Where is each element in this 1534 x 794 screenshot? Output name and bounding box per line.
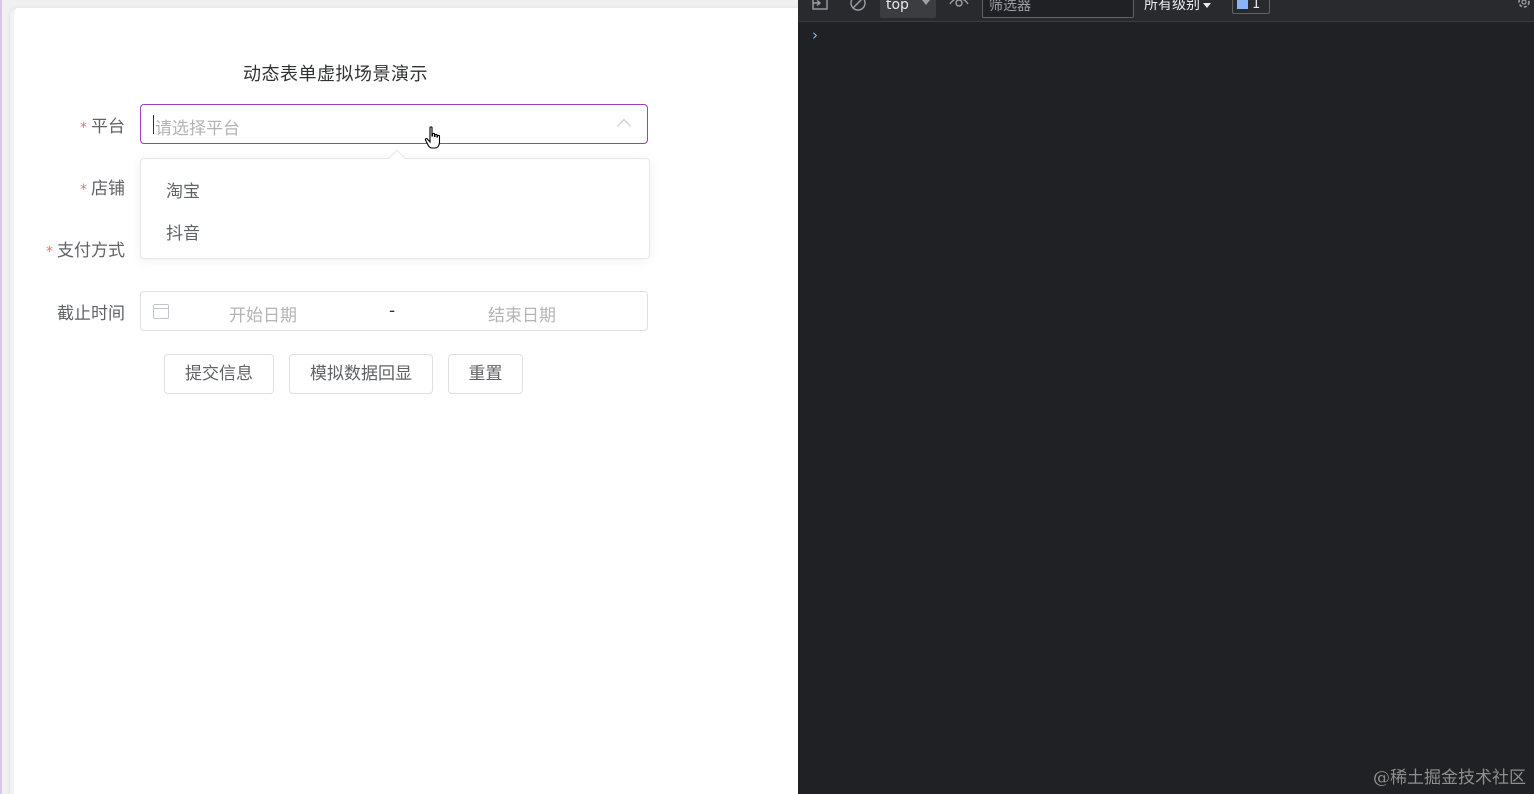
settings-gear-icon[interactable] <box>1516 0 1532 16</box>
watermark: @稀土掘金技术社区 <box>1373 768 1526 788</box>
calendar-icon <box>153 304 169 319</box>
mock-data-button[interactable]: 模拟数据回显 <box>289 354 433 394</box>
issues-icon <box>1237 0 1248 9</box>
dock-icon[interactable] <box>810 0 830 12</box>
hand-cursor-icon <box>424 126 441 149</box>
console-prompt[interactable]: › <box>812 26 818 44</box>
option-taobao[interactable]: 淘宝 <box>166 177 200 202</box>
start-date-input[interactable]: 开始日期 <box>229 301 297 326</box>
context-selector[interactable]: top <box>880 0 936 18</box>
clear-console-icon[interactable] <box>848 0 868 12</box>
devtools-console: top 筛选器 所有级别 1 › @稀土掘金技术社区 <box>798 0 1534 794</box>
filter-input[interactable]: 筛选器 <box>982 0 1134 18</box>
deadline-label: 截止时间 <box>57 304 125 324</box>
platform-label-text: 平台 <box>91 117 125 137</box>
log-levels-label: 所有级别 <box>1144 0 1200 13</box>
chevron-up-icon[interactable] <box>616 118 632 134</box>
form-page: 动态表单虚拟场景演示 * 平台 请选择平台 * 店铺 * 支付方式 淘宝 抖音 截止时… <box>0 0 800 794</box>
issues-button[interactable]: 1 <box>1232 0 1270 14</box>
platform-dropdown: 淘宝 抖音 <box>140 149 650 259</box>
platform-placeholder: 请选择平台 <box>155 119 240 139</box>
shop-label: * 店铺 <box>10 174 125 199</box>
required-mark: * <box>80 120 87 136</box>
caret-down-icon <box>1203 2 1211 8</box>
console-toolbar: top 筛选器 所有级别 1 <box>798 0 1534 22</box>
issues-count: 1 <box>1252 0 1261 12</box>
context-value: top <box>886 0 909 13</box>
form-title: 动态表单虚拟场景演示 <box>243 64 428 85</box>
text-caret <box>153 115 154 134</box>
shop-label-text: 店铺 <box>91 179 125 199</box>
caret-down-icon <box>922 0 930 5</box>
date-separator: - <box>389 301 396 321</box>
platform-select[interactable]: 请选择平台 <box>140 104 648 144</box>
platform-label: * 平台 <box>10 112 125 137</box>
submit-button[interactable]: 提交信息 <box>164 354 274 394</box>
required-mark: * <box>80 182 87 198</box>
eye-icon[interactable] <box>948 0 969 12</box>
payment-label: * 支付方式 <box>10 236 125 261</box>
window-edge <box>0 0 2 794</box>
required-mark: * <box>46 244 53 260</box>
reset-button[interactable]: 重置 <box>448 354 523 394</box>
deadline-date-range[interactable]: 开始日期 - 结束日期 <box>140 291 648 331</box>
payment-label-text: 支付方式 <box>57 241 125 261</box>
screen: 动态表单虚拟场景演示 * 平台 请选择平台 * 店铺 * 支付方式 淘宝 抖音 截止时… <box>0 0 1534 794</box>
option-douyin[interactable]: 抖音 <box>166 219 200 244</box>
end-date-input[interactable]: 结束日期 <box>488 301 556 326</box>
log-levels-dropdown[interactable]: 所有级别 <box>1144 0 1211 14</box>
